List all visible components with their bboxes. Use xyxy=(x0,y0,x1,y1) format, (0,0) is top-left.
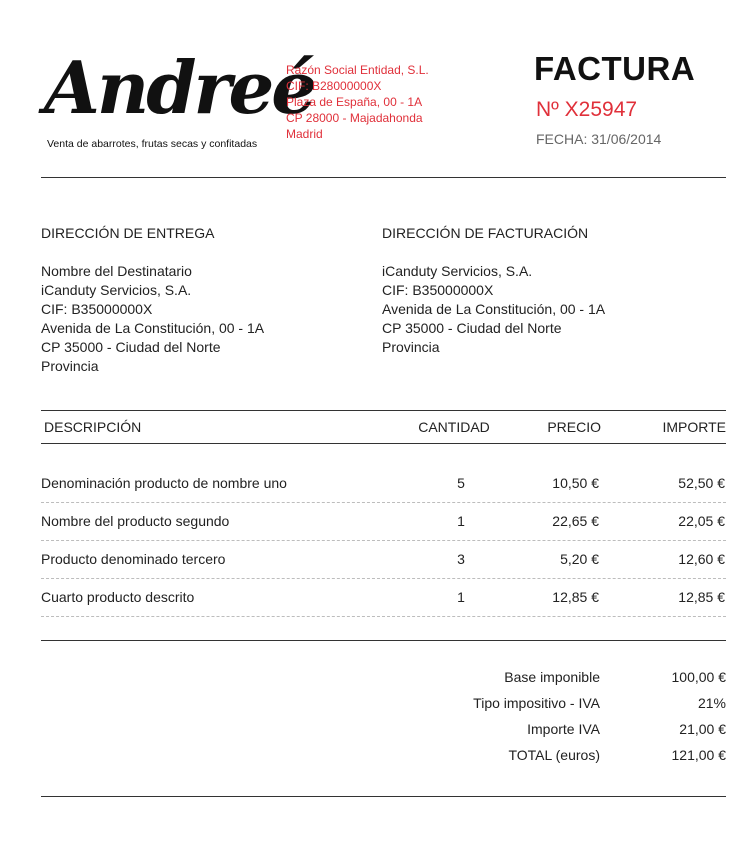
billing-address: iCanduty Servicios, S.A. CIF: B35000000X… xyxy=(382,262,605,357)
row-quantity: 1 xyxy=(457,589,465,605)
row-amount: 12,60 € xyxy=(678,551,725,567)
totals-row: Tipo impositivo - IVA 21% xyxy=(306,695,726,721)
column-header-description: DESCRIPCIÓN xyxy=(44,419,142,435)
totals-value: 21,00 € xyxy=(679,721,726,737)
row-amount: 22,05 € xyxy=(678,513,725,529)
row-price: 22,65 € xyxy=(552,513,599,529)
table-bottom-rule xyxy=(41,640,726,641)
delivery-line: CP 35000 - Ciudad del Norte xyxy=(41,339,221,355)
company-cif: CIF: B28000000X xyxy=(286,79,382,93)
row-description: Cuarto producto descrito xyxy=(41,589,195,605)
row-price: 10,50 € xyxy=(552,475,599,491)
totals-row-grand-total: TOTAL (euros) 121,00 € xyxy=(306,747,726,773)
delivery-line: Avenida de La Constitución, 00 - 1A xyxy=(41,320,265,336)
billing-line: Provincia xyxy=(382,339,440,355)
column-header-price: PRECIO xyxy=(547,419,601,435)
totals-label: Tipo impositivo - IVA xyxy=(473,695,600,711)
totals-value: 121,00 € xyxy=(671,747,727,763)
company-city: Madrid xyxy=(286,127,323,141)
totals-value: 21% xyxy=(697,695,726,711)
billing-line: CIF: B35000000X xyxy=(382,282,494,298)
invoice-date: FECHA: 31/06/2014 xyxy=(536,131,662,147)
billing-address-title: DIRECCIÓN DE FACTURACIÓN xyxy=(382,225,589,241)
brand-tagline: Venta de abarrotes, frutas secas y confi… xyxy=(47,138,258,150)
footer-rule xyxy=(41,796,726,797)
row-price: 5,20 € xyxy=(560,551,599,567)
delivery-address: Nombre del Destinatario iCanduty Servici… xyxy=(41,262,264,376)
column-header-amount: IMPORTE xyxy=(662,419,726,435)
invoice-number: Nº X25947 xyxy=(536,98,638,121)
company-postal: CP 28000 - Majadahonda xyxy=(286,111,423,125)
totals-label: Base imponible xyxy=(504,669,600,685)
table-row: Producto denominado tercero 3 5,20 € 12,… xyxy=(41,541,726,579)
company-address: Plaza de España, 00 - 1A xyxy=(286,95,423,109)
totals-value: 100,00 € xyxy=(671,669,727,685)
table-row: Cuarto producto descrito 1 12,85 € 12,85… xyxy=(41,579,726,617)
delivery-line: Nombre del Destinatario xyxy=(41,263,192,279)
row-quantity: 3 xyxy=(457,551,465,567)
totals-label: TOTAL (euros) xyxy=(508,747,600,763)
billing-line: CP 35000 - Ciudad del Norte xyxy=(382,320,562,336)
company-name: Razón Social Entidad, S.L. xyxy=(286,63,429,77)
row-description: Denominación producto de nombre uno xyxy=(41,475,287,491)
row-description: Nombre del producto segundo xyxy=(41,513,230,529)
brand-logo: Andreé xyxy=(44,45,317,130)
row-price: 12,85 € xyxy=(552,589,599,605)
company-info: Razón Social Entidad, S.L. CIF: B2800000… xyxy=(286,62,429,142)
billing-line: iCanduty Servicios, S.A. xyxy=(382,263,533,279)
delivery-address-title: DIRECCIÓN DE ENTREGA xyxy=(41,225,215,241)
totals-row: Base imponible 100,00 € xyxy=(306,669,726,695)
table-header-rule xyxy=(41,443,726,444)
row-quantity: 1 xyxy=(457,513,465,529)
table-row: Nombre del producto segundo 1 22,65 € 22… xyxy=(41,503,726,541)
row-amount: 52,50 € xyxy=(678,475,725,491)
column-header-quantity: CANTIDAD xyxy=(418,419,490,435)
delivery-line: iCanduty Servicios, S.A. xyxy=(41,282,192,298)
row-divider xyxy=(41,616,726,617)
row-quantity: 5 xyxy=(457,475,465,491)
invoice-title: FACTURA xyxy=(534,50,696,87)
row-description: Producto denominado tercero xyxy=(41,551,226,567)
delivery-line: Provincia xyxy=(41,358,99,374)
row-amount: 12,85 € xyxy=(678,589,725,605)
table-top-rule xyxy=(41,410,726,411)
table-row: Denominación producto de nombre uno 5 10… xyxy=(41,465,726,503)
totals-label: Importe IVA xyxy=(527,721,600,737)
delivery-line: CIF: B35000000X xyxy=(41,301,153,317)
totals-row: Importe IVA 21,00 € xyxy=(306,721,726,747)
header-divider xyxy=(41,177,726,178)
billing-line: Avenida de La Constitución, 00 - 1A xyxy=(382,301,606,317)
